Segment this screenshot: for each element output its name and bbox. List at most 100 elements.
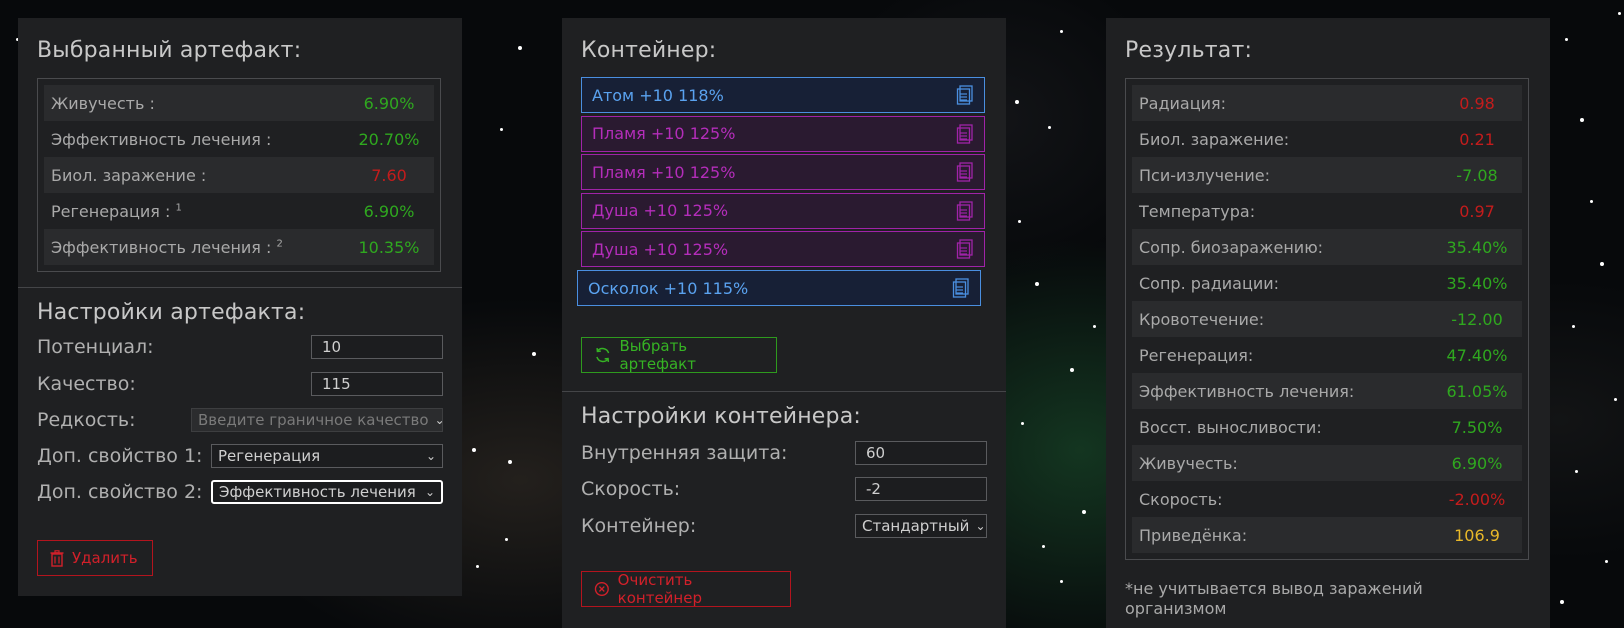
artifact-title: Выбранный артефакт: <box>37 38 302 63</box>
container-slot[interactable]: Пламя +10 125% <box>581 154 985 191</box>
extra1-label: Доп. свойство 1: <box>37 445 203 467</box>
stat-row: Регенерация : 1 6.90% <box>44 193 434 229</box>
result-value: 0.21 <box>1459 129 1495 149</box>
document-copy-icon[interactable] <box>956 123 974 144</box>
container-settings-title: Настройки контейнера: <box>581 404 861 429</box>
snowflake <box>1042 545 1045 548</box>
quality-field: Качество: 115 <box>37 369 443 399</box>
select-artifact-label: Выбрать артефакт <box>619 337 696 373</box>
stat-row: Эффективность лечения : 2 10.35% <box>44 229 434 265</box>
result-note: *не учитывается вывод заражений организм… <box>1125 579 1423 618</box>
result-value: 6.90% <box>1451 453 1503 473</box>
document-copy-icon[interactable] <box>952 278 970 298</box>
stat-label-text: Регенерация : <box>51 201 171 221</box>
slot-label: Пламя +10 125% <box>592 124 736 144</box>
result-row: Пси-излучение: -7.08 <box>1132 157 1522 193</box>
snowflake <box>1600 262 1604 266</box>
snowflake <box>1035 282 1039 286</box>
refresh-icon <box>596 347 610 363</box>
slot-label: Душа +10 125% <box>592 201 729 221</box>
result-label: Температура: <box>1139 201 1256 221</box>
extra2-select[interactable]: Эффективность лечения ⌄ <box>211 480 443 504</box>
quality-input[interactable]: 115 <box>311 372 443 396</box>
stat-row: Живучесть : 6.90% <box>44 85 434 121</box>
container-slot[interactable]: Душа +10 125% <box>581 192 985 229</box>
result-value: 106.9 <box>1454 525 1500 545</box>
extra2-field: Доп. свойство 2: Эффективность лечения ⌄ <box>37 477 443 507</box>
extra1-select[interactable]: Регенерация ⌄ <box>211 444 443 468</box>
speed-label: Скорость: <box>581 478 681 500</box>
protection-input[interactable]: 60 <box>855 441 987 465</box>
result-row: Сопр. биозаражению: 35.40% <box>1132 229 1522 265</box>
result-row: Сопр. радиации: 35.40% <box>1132 265 1522 301</box>
result-row: Приведёнка: 106.9 <box>1132 517 1522 553</box>
stat-value: 6.90% <box>363 93 415 113</box>
snowflake <box>500 128 503 131</box>
stat-row: Эффективность лечения : 20.70% <box>44 121 434 157</box>
document-copy-icon[interactable] <box>956 162 974 182</box>
document-copy-icon[interactable] <box>956 239 974 260</box>
stat-label-text: Эффективность лечения : <box>51 129 272 149</box>
snowflake <box>1060 580 1063 583</box>
quality-label: Качество: <box>37 373 136 395</box>
container-slot[interactable]: Пламя +10 125% <box>581 115 985 152</box>
potential-input[interactable]: 10 <box>311 335 443 359</box>
artifact-stats: Живучесть : 6.90% Эффективность лечения : 2… <box>37 78 441 272</box>
snowflake <box>1093 325 1096 328</box>
snowflake <box>1070 368 1074 372</box>
stat-value: 10.35% <box>358 237 420 257</box>
container-type-label: Контейнер: <box>581 515 697 537</box>
clear-container-label: Очистить контейнер <box>617 571 702 607</box>
result-title: Результат: <box>1125 38 1253 63</box>
speed-input[interactable]: -2 <box>855 477 987 501</box>
stat-label: Эффективность лечения : <box>51 130 345 149</box>
result-value: 0.97 <box>1459 201 1495 221</box>
snowflake <box>472 448 476 452</box>
extra2-value: Эффективность лечения <box>219 483 416 501</box>
chevron-down-icon: ⌄ <box>425 449 436 463</box>
document-copy-icon[interactable] <box>956 85 974 105</box>
potential-label: Потенциал: <box>37 336 154 358</box>
select-artifact-button[interactable]: Выбрать артефакт <box>581 337 777 373</box>
result-label: Регенерация: <box>1139 345 1254 365</box>
snowflake <box>476 565 479 568</box>
container-slot[interactable]: Осколок +10 115% <box>577 270 981 306</box>
snowflake <box>1618 12 1621 15</box>
result-value: 61.05% <box>1446 381 1508 401</box>
stat-label-text: Эффективность лечения : <box>51 237 272 257</box>
chevron-down-icon: ⌄ <box>424 485 435 499</box>
divider <box>562 391 1006 392</box>
stat-label-text: Биол. заражение : <box>51 165 207 185</box>
container-slot[interactable]: Атом +10 118% <box>581 77 985 113</box>
delete-label: Удалить <box>72 549 138 567</box>
snowflake <box>1565 38 1568 41</box>
stat-label: Биол. заражение : <box>51 166 345 185</box>
document-copy-icon[interactable] <box>956 201 974 221</box>
snowflake <box>1060 30 1063 33</box>
result-row: Биол. заражение: 0.21 <box>1132 121 1522 157</box>
delete-button[interactable]: Удалить <box>37 540 153 576</box>
snowflake <box>532 352 536 356</box>
result-label: Пси-излучение: <box>1139 165 1270 185</box>
trash-icon <box>50 549 64 567</box>
rarity-label: Редкость: <box>37 409 136 431</box>
stat-value: 6.90% <box>363 201 415 221</box>
stat-label: Эффективность лечения : 2 <box>51 238 345 257</box>
result-value: -12.00 <box>1451 309 1503 329</box>
divider <box>18 287 462 288</box>
result-value: 7.50% <box>1451 417 1503 437</box>
clear-container-button[interactable]: Очистить контейнер <box>581 571 791 607</box>
container-slot[interactable]: Душа +10 125% <box>581 231 985 268</box>
result-panel: Результат: Радиация: 0.98 Биол. заражение:… <box>1106 18 1550 628</box>
rarity-field: Редкость: Введите граничное качество ⌄ <box>37 405 443 435</box>
container-type-select[interactable]: Стандартный ⌄ <box>855 514 987 538</box>
snowflake <box>1605 560 1608 563</box>
result-label: Живучесть: <box>1139 453 1238 473</box>
stat-row: Биол. заражение : 7.60 <box>44 157 434 193</box>
container-panel: Контейнер: Атом +10 118% Пламя +10 125% Пл… <box>562 18 1006 628</box>
result-value: -7.08 <box>1456 165 1498 185</box>
result-row: Регенерация: 47.40% <box>1132 337 1522 373</box>
rarity-select[interactable]: Введите граничное качество ⌄ <box>191 408 443 432</box>
snowflake <box>1021 422 1024 425</box>
extra2-label: Доп. свойство 2: <box>37 481 203 503</box>
